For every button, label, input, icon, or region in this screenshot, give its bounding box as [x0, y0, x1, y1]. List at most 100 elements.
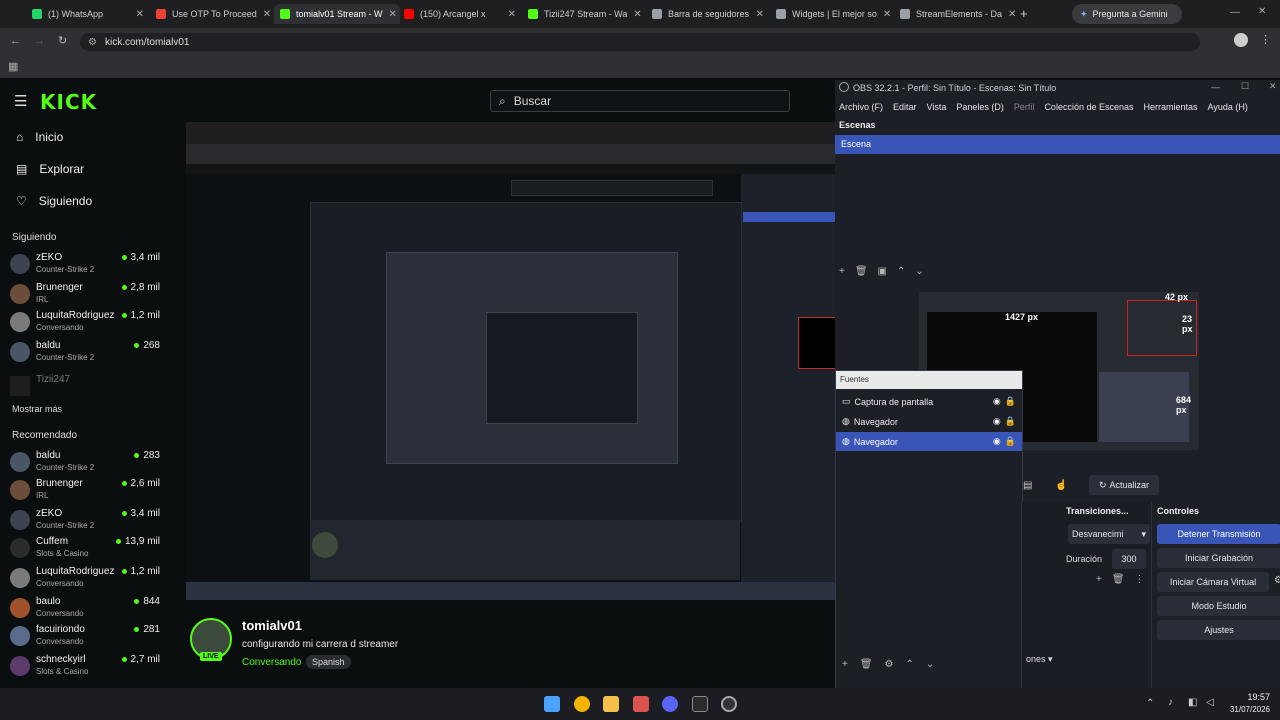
add-icon[interactable]: +: [1096, 574, 1102, 585]
add-icon[interactable]: +: [842, 659, 848, 670]
hamburger-menu-icon[interactable]: ☰: [14, 92, 27, 110]
reload-icon[interactable]: ↻: [58, 34, 67, 47]
studio-mode-button[interactable]: Modo Estudio: [1157, 596, 1280, 616]
kick-logo[interactable]: KICK: [40, 90, 97, 114]
lock-icon[interactable]: 🔒: [1005, 396, 1016, 407]
gear-icon[interactable]: ⚙: [1274, 575, 1280, 586]
menu-kebab-icon[interactable]: ⋮: [1260, 33, 1271, 46]
duration-input[interactable]: 300: [1112, 549, 1146, 569]
language-tag[interactable]: Spanish: [306, 655, 351, 669]
start-virtual-camera-button[interactable]: Iniciar Cámara Virtual: [1157, 572, 1269, 592]
recommended-channel[interactable]: zEKO Counter-Strike 2 3,4 mil: [10, 508, 160, 534]
forward-icon[interactable]: →: [34, 35, 45, 47]
source-item[interactable]: ▭ Captura de pantalla ◉ 🔒: [836, 392, 1022, 411]
recommended-channel[interactable]: baulo Conversando 844: [10, 596, 160, 622]
clock-date[interactable]: 31/07/2026: [1220, 705, 1270, 714]
add-icon[interactable]: +: [839, 266, 845, 277]
clock-time[interactable]: 19:57: [1230, 692, 1270, 702]
scene-item-selected[interactable]: Escena: [835, 135, 1280, 154]
tab-streamelements[interactable]: StreamElements - Da ✕: [894, 4, 1020, 24]
close-icon[interactable]: ✕: [1008, 9, 1020, 20]
obs-maximize-icon[interactable]: ☐: [1241, 81, 1249, 92]
source-item-selected[interactable]: ◍ Navegador ◉ 🔒: [836, 432, 1022, 451]
search-input[interactable]: ⌕ Buscar: [490, 90, 790, 112]
gear-icon[interactable]: ⚙: [885, 659, 894, 670]
transition-select[interactable]: Desvanecimi ▾: [1068, 524, 1150, 544]
eye-icon[interactable]: ◉: [993, 396, 1001, 407]
trash-icon[interactable]: 🗑: [1112, 574, 1125, 585]
back-icon[interactable]: ←: [10, 35, 21, 47]
nav-explore[interactable]: ▤ Explorar: [16, 162, 84, 176]
following-channel[interactable]: Brunenger IRL 2,8 mil: [10, 282, 160, 308]
tab-kick-2[interactable]: Tizii247 Stream - Wa ✕: [522, 4, 648, 24]
tab-widgets[interactable]: Widgets | El mejor so ✕: [770, 4, 896, 24]
following-channel[interactable]: LuquitaRodriguez Conversando 1,2 mil: [10, 310, 160, 336]
eye-icon[interactable]: ◉: [993, 436, 1001, 447]
start-recording-button[interactable]: Iniciar Grabación: [1157, 548, 1280, 568]
obs-close-icon[interactable]: ✕: [1269, 81, 1277, 92]
nav-home[interactable]: ⌂ Inicio: [16, 130, 63, 144]
recommended-channel[interactable]: Brunenger IRL 2,6 mil: [10, 478, 160, 504]
recommended-channel[interactable]: schneckyirl Slots & Casino 2,7 mil: [10, 654, 160, 680]
tab-otp[interactable]: Use OTP To Proceed ✕: [150, 4, 276, 24]
close-window-icon[interactable]: ✕: [1258, 6, 1266, 17]
minimize-icon[interactable]: —: [1230, 7, 1240, 18]
up-arrow-icon[interactable]: ⌃: [906, 659, 914, 670]
recommended-channel[interactable]: baldu Counter-Strike 2 283: [10, 450, 160, 476]
source-item[interactable]: ◍ Navegador ◉ 🔒: [836, 412, 1022, 431]
recommended-channel[interactable]: Cuffem Slots & Casino 13,9 mil: [10, 536, 160, 562]
file-explorer-icon[interactable]: [603, 696, 619, 712]
recommended-channel[interactable]: LuquitaRodriguez Conversando 1,2 mil: [10, 566, 160, 592]
stop-streaming-button[interactable]: Detener Transmisión: [1157, 524, 1280, 544]
obs-minimize-icon[interactable]: —: [1211, 82, 1220, 92]
tab-kick-active[interactable]: tomialv01 Stream - W ✕: [274, 4, 400, 24]
recommended-channel[interactable]: facuiriondo Conversando 281: [10, 624, 160, 650]
nav-following[interactable]: ♡ Siguiendo: [16, 194, 92, 208]
menu-view[interactable]: Vista: [927, 102, 947, 112]
refresh-button[interactable]: ↻ Actualizar: [1089, 475, 1159, 495]
eye-icon[interactable]: ◉: [993, 416, 1001, 427]
tab-followers-bar[interactable]: Barra de seguidores ✕: [646, 4, 772, 24]
menu-docks[interactable]: Paneles (D): [956, 102, 1004, 112]
filter-icon[interactable]: ▣: [878, 266, 887, 277]
apps-grid-icon[interactable]: ▦: [8, 60, 18, 73]
gemini-button[interactable]: ✦ Pregunta a Gemini: [1072, 4, 1182, 24]
tab-youtube[interactable]: (150) Arcangel x ✕: [398, 4, 524, 24]
menu-help[interactable]: Ayuda (H): [1208, 102, 1248, 112]
stream-category[interactable]: Conversando: [242, 657, 301, 668]
following-channel[interactable]: zEKO Counter-Strike 2 3,4 mil: [10, 252, 160, 278]
up-arrow-icon[interactable]: ⌃: [897, 266, 905, 277]
tray-chevron-icon[interactable]: ⌃: [1146, 698, 1154, 709]
down-arrow-icon[interactable]: ⌄: [915, 266, 923, 277]
windows-start-icon[interactable]: [544, 696, 560, 712]
trash-icon[interactable]: 🗑: [855, 266, 868, 277]
properties-icon[interactable]: ▤: [1023, 480, 1032, 491]
menu-scene-collection[interactable]: Colección de Escenas: [1044, 102, 1133, 112]
new-tab-button[interactable]: +: [1020, 6, 1028, 21]
obs-taskbar-icon[interactable]: [721, 696, 737, 712]
discord-icon[interactable]: [662, 696, 678, 712]
lock-icon[interactable]: 🔒: [1005, 436, 1016, 447]
microphone-icon[interactable]: ♪: [1168, 697, 1173, 708]
interact-icon[interactable]: ☝: [1055, 480, 1067, 491]
video-player[interactable]: [186, 122, 835, 600]
chrome-icon[interactable]: [574, 696, 590, 712]
menu-profile[interactable]: Perfil: [1014, 102, 1035, 112]
calendar-app-icon[interactable]: [633, 696, 649, 712]
network-icon[interactable]: ◧: [1188, 697, 1197, 708]
profile-avatar[interactable]: [1234, 33, 1248, 47]
lock-icon[interactable]: 🔒: [1005, 416, 1016, 427]
show-more-link[interactable]: Mostrar más: [12, 404, 62, 414]
menu-tools[interactable]: Herramientas: [1144, 102, 1198, 112]
settings-button[interactable]: Ajustes: [1157, 620, 1280, 640]
menu-file[interactable]: Archivo (F): [839, 102, 883, 112]
menu-kebab-icon[interactable]: ⋮: [1135, 574, 1145, 585]
menu-edit[interactable]: Editar: [893, 102, 917, 112]
volume-icon[interactable]: ◁: [1206, 697, 1214, 708]
url-field[interactable]: ⚙ kick.com/tomialv01: [80, 33, 1200, 51]
tab-whatsapp[interactable]: (1) WhatsApp ✕: [26, 4, 152, 24]
following-channel[interactable]: baldu Counter-Strike 2 268: [10, 340, 160, 366]
trash-icon[interactable]: 🗑: [860, 659, 873, 670]
epic-games-icon[interactable]: [692, 696, 708, 712]
down-arrow-icon[interactable]: ⌄: [926, 659, 934, 670]
